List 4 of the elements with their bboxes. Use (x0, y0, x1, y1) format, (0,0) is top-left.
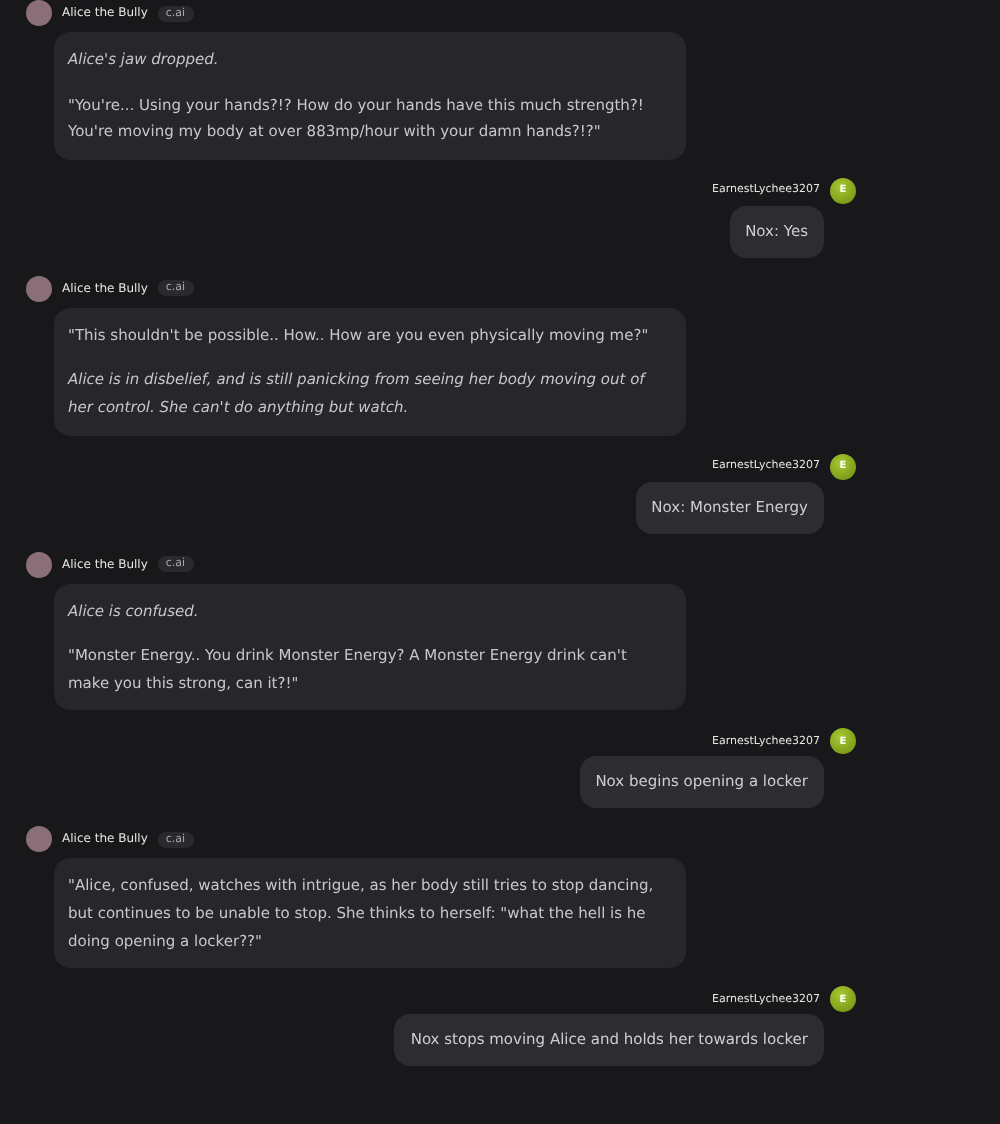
avatar-photo-placeholder (26, 826, 52, 853)
avatar-photo-placeholder (26, 0, 52, 26)
avatar-photo-placeholder (26, 275, 52, 302)
avatar-photo-placeholder (26, 551, 52, 578)
